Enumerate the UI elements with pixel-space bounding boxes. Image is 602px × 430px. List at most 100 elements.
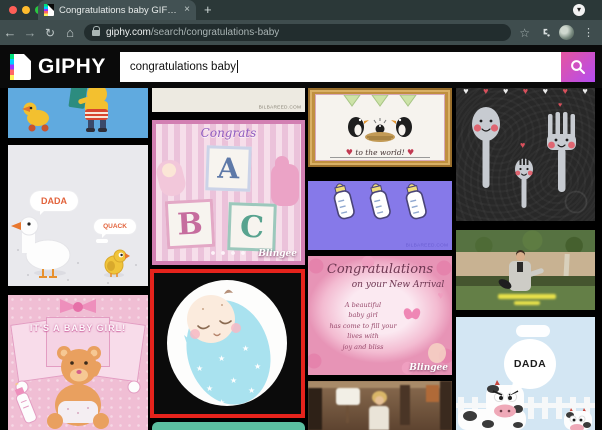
bunting	[344, 95, 416, 106]
baby-figure	[154, 157, 188, 198]
giphy-logo-icon	[10, 54, 31, 80]
profile-avatar[interactable]	[559, 25, 574, 40]
toolbar-actions: ☆ ⋮	[519, 25, 602, 40]
duckling	[104, 250, 130, 278]
speech-bubble-quack: QUACK	[94, 219, 136, 234]
reload-icon[interactable]: ↻	[40, 26, 60, 40]
letter-c: C	[239, 209, 264, 245]
star-decor: ★	[248, 387, 255, 395]
gif-tile-new-arrival-card[interactable]: Congratulations on your New Arrival A be…	[308, 256, 452, 375]
dada-text: DADA	[41, 196, 67, 206]
arrival-title: Congratulations	[308, 262, 452, 277]
gif-tile-man-outdoors[interactable]	[456, 230, 595, 310]
address-bar[interactable]: giphy.com/search/congratulations-baby	[84, 24, 511, 41]
pink-giraffe-plush	[271, 164, 299, 206]
caption-underline	[330, 157, 430, 158]
tab-close-icon[interactable]: ×	[184, 5, 190, 15]
butterfly-decor	[404, 308, 420, 322]
giphy-header: GIPHY congratulations baby	[0, 45, 602, 88]
bow	[60, 299, 96, 313]
gif-tile-duck-toy[interactable]	[8, 88, 148, 138]
caption-text: to the world!	[355, 148, 404, 157]
swaddled-baby-illustration	[154, 273, 301, 414]
forward-icon[interactable]: →	[20, 25, 40, 40]
gif-tile-dada-cow[interactable]: DADA	[456, 317, 595, 430]
stitch-caption: ♥ to the world! ♥	[316, 148, 444, 157]
gif-tile-baby-girl-teddy[interactable]: IT'S A BABY GIRL!	[8, 295, 148, 430]
heart-icon: ♥	[437, 290, 444, 302]
chick-and-nest	[365, 118, 395, 142]
star-decor: ★	[218, 355, 225, 363]
goose-illustration	[8, 145, 148, 286]
browser-toolbar: ← → ↻ ⌂ giphy.com/search/congratulations…	[0, 20, 602, 45]
gif-tile-bilbareed-card[interactable]: BILBAREED.COM	[152, 88, 305, 112]
congrats-script-text: Congrats	[156, 126, 301, 140]
rattle-right	[128, 381, 140, 393]
shelf	[400, 385, 410, 425]
bottle	[331, 182, 355, 220]
bilbareed-watermark: BILBAREED.COM	[405, 243, 448, 248]
browser-tab[interactable]: Congratulations baby GIFs - Fi ×	[38, 0, 196, 20]
gif-results-grid: DADA QUACK	[0, 88, 602, 430]
heart-icon: ♥	[558, 102, 562, 109]
letter-a: A	[217, 152, 240, 186]
gif-tile-baby-bottles[interactable]: BILBAREED.COM	[308, 181, 452, 250]
profile-chevron-icon[interactable]: ▾	[573, 4, 585, 16]
home-icon[interactable]: ⌂	[60, 25, 80, 40]
penguin-left	[348, 117, 369, 137]
search-button[interactable]	[561, 52, 595, 82]
url-domain: giphy.com	[106, 27, 151, 38]
back-icon[interactable]: ←	[0, 25, 20, 40]
channel-watermark	[565, 191, 587, 213]
star-decor: ★	[242, 345, 249, 353]
search-input[interactable]: congratulations baby	[120, 52, 561, 82]
url-text: giphy.com/search/congratulations-baby	[106, 27, 279, 38]
giphy-logo[interactable]: GIPHY	[0, 54, 106, 80]
star-decor: ★	[218, 399, 225, 407]
text-cursor	[237, 60, 238, 73]
teddy-illustration	[8, 295, 148, 430]
papa-fork	[547, 112, 576, 192]
extensions-puzzle-icon[interactable]	[539, 27, 550, 38]
minimize-window-button[interactable]	[22, 6, 30, 14]
mama-spoon	[472, 107, 500, 188]
bookmark-star-icon[interactable]: ☆	[519, 26, 530, 40]
poster	[426, 385, 439, 402]
search-icon	[570, 59, 586, 75]
gif-tile-baby-swaddle-selected[interactable]: ★ ★ ★ ★ ★ ★ ★ ★	[150, 269, 305, 418]
gif-tile-sitcom-clip[interactable]	[308, 381, 452, 430]
speech-bubble-dada: DADA	[30, 191, 78, 211]
dada-text: DADA	[514, 358, 546, 370]
tab-title: Congratulations baby GIFs - Fi	[59, 5, 179, 16]
cabinet	[440, 381, 452, 430]
bottles-illustration	[308, 181, 452, 250]
quack-text: QUACK	[103, 223, 127, 230]
star-decor: ★	[196, 365, 203, 373]
heart-icon: ♥	[407, 148, 414, 157]
chrome-menu-icon[interactable]: ⋮	[583, 26, 594, 39]
letter-b: B	[176, 206, 203, 242]
blingee-watermark: Blingee	[409, 363, 448, 373]
toy-duck	[22, 103, 49, 132]
close-window-button[interactable]	[9, 6, 17, 14]
lamp-pole	[346, 405, 349, 423]
doorframe	[308, 381, 322, 430]
bottle	[403, 182, 427, 220]
new-tab-button[interactable]: +	[204, 2, 212, 18]
arrival-subtitle: on your New Arrival	[326, 280, 452, 290]
goose	[11, 217, 70, 277]
baby-girl-banner: IT'S A BABY GIRL!	[8, 323, 148, 333]
giphy-favicon	[44, 4, 54, 16]
gif-tile-dada-goose[interactable]: DADA QUACK	[8, 145, 148, 286]
gif-tile-abc-blocks[interactable]: Congrats A B C Blingee	[152, 120, 305, 265]
subtitle-blur	[498, 294, 556, 299]
star-decor: ★	[206, 385, 213, 393]
gif-tile-penguin-stitch[interactable]: ♥ to the world! ♥	[308, 88, 452, 167]
block-c: C	[227, 202, 277, 252]
teddy-bear	[47, 346, 109, 429]
gif-tile-cutlery-family[interactable]: ♥ ♥ ♥ ♥ ♥ ♥ ♥	[456, 88, 595, 221]
bottle	[367, 182, 391, 220]
gif-tile-partial-bottom[interactable]	[152, 422, 305, 430]
baby-spork	[515, 157, 533, 208]
giphy-logo-text: GIPHY	[38, 55, 106, 79]
